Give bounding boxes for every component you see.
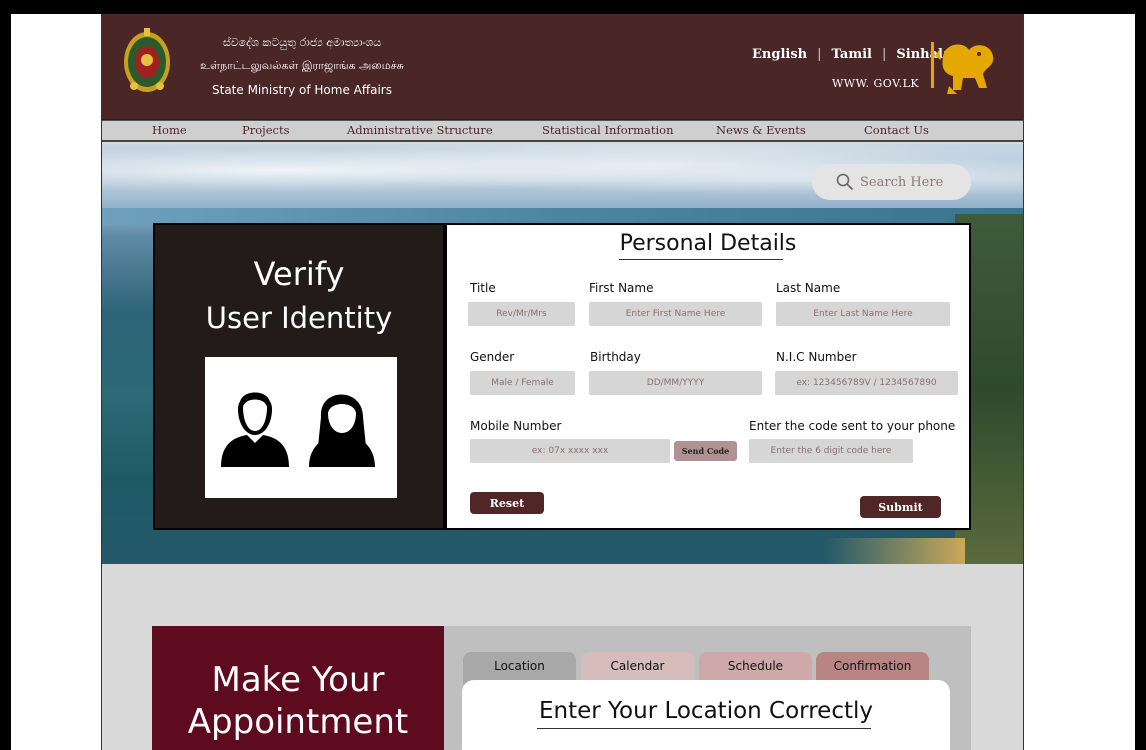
nic-label: N.I.C Number xyxy=(776,350,857,364)
birthday-field[interactable]: DD/MM/YYYY xyxy=(589,371,762,395)
appointment-panel: Make Your Appointment xyxy=(152,626,444,750)
location-card: Enter Your Location Correctly xyxy=(462,680,950,750)
hero-banner: Search Here Verify User Identity Persona… xyxy=(102,144,1023,564)
gender-field[interactable]: Male / Female xyxy=(470,371,575,395)
mobile-field[interactable]: ex: 07x xxxx xxx xyxy=(470,439,670,463)
beach-sand xyxy=(825,538,965,564)
form-title: Personal Details xyxy=(619,231,797,256)
language-separator: | xyxy=(882,47,887,62)
location-title-underline xyxy=(537,728,871,729)
last-name-label: Last Name xyxy=(776,281,841,295)
nav-contact-us[interactable]: Contact Us xyxy=(864,123,929,137)
appointment-title: Make Your xyxy=(211,660,385,700)
title-label: Title xyxy=(470,281,496,295)
location-title: Enter Your Location Correctly xyxy=(539,698,873,724)
verify-subtitle: User Identity xyxy=(205,301,393,335)
language-switcher: English | Tamil | Sinhala xyxy=(752,47,951,62)
website-link[interactable]: WWW. GOV.LK xyxy=(832,77,919,90)
site-header: ස්වදේශ කටයුතු රාජ්‍ය අමාත්‍යාංශය உள்நாட்… xyxy=(102,14,1023,120)
form-title-underline xyxy=(619,259,783,260)
lion-flag-icon xyxy=(931,42,994,94)
male-female-user-icon xyxy=(221,392,375,467)
ministry-name-english: State Ministry of Home Affairs xyxy=(212,83,392,97)
verify-identity-panel: Verify User Identity xyxy=(153,223,445,530)
language-tamil-link[interactable]: Tamil xyxy=(832,47,873,62)
search-icon[interactable] xyxy=(836,173,854,191)
gender-label: Gender xyxy=(470,350,515,364)
verify-title: Verify xyxy=(253,255,345,293)
first-name-field[interactable]: Enter First Name Here xyxy=(589,302,762,326)
ministry-name-sinhala: ස්වදේශ කටයුතු රාජ්‍ය අමාත්‍යාංශය xyxy=(222,36,382,49)
search-box[interactable]: Search Here xyxy=(812,164,971,200)
language-english-link[interactable]: English xyxy=(752,47,807,62)
nav-home[interactable]: Home xyxy=(152,123,187,137)
reset-button[interactable]: Reset xyxy=(470,492,544,514)
send-code-button[interactable]: Send Code xyxy=(674,441,737,461)
submit-button[interactable]: Submit xyxy=(860,496,941,518)
nav-projects[interactable]: Projects xyxy=(242,123,290,137)
first-name-label: First Name xyxy=(589,281,654,295)
nav-administrative-structure[interactable]: Administrative Structure xyxy=(347,123,493,137)
birthday-label: Birthday xyxy=(590,350,641,364)
user-avatars-image xyxy=(205,357,397,498)
appointment-wizard: Location Calendar Schedule Confirmation … xyxy=(444,626,971,750)
main-navigation: Home Projects Administrative Structure S… xyxy=(102,120,1023,142)
ministry-name-tamil: உள்நாட்டலுவல்கள் இராஜாங்க அமைச்சு xyxy=(200,59,404,72)
last-name-field[interactable]: Enter Last Name Here xyxy=(776,302,950,326)
appointment-subtitle: Appointment xyxy=(187,702,409,742)
language-separator: | xyxy=(817,47,822,62)
search-input[interactable]: Search Here xyxy=(860,175,943,190)
title-field[interactable]: Rev/Mr/Mrs xyxy=(468,302,575,326)
personal-details-form: Personal Details Title Rev/Mr/Mrs First … xyxy=(445,223,971,530)
mobile-label: Mobile Number xyxy=(470,419,562,433)
nav-statistical-information[interactable]: Statistical Information xyxy=(542,123,674,137)
website: ස්වදේශ කටයුතු රාජ්‍ය අමාත්‍යාංශය உள்நாட்… xyxy=(101,14,1024,750)
code-label: Enter the code sent to your phone xyxy=(749,419,956,433)
nic-field[interactable]: ex: 123456789V / 1234567890 xyxy=(775,371,958,395)
nav-news-events[interactable]: News & Events xyxy=(716,123,806,137)
code-field[interactable]: Enter the 6 digit code here xyxy=(749,439,913,463)
